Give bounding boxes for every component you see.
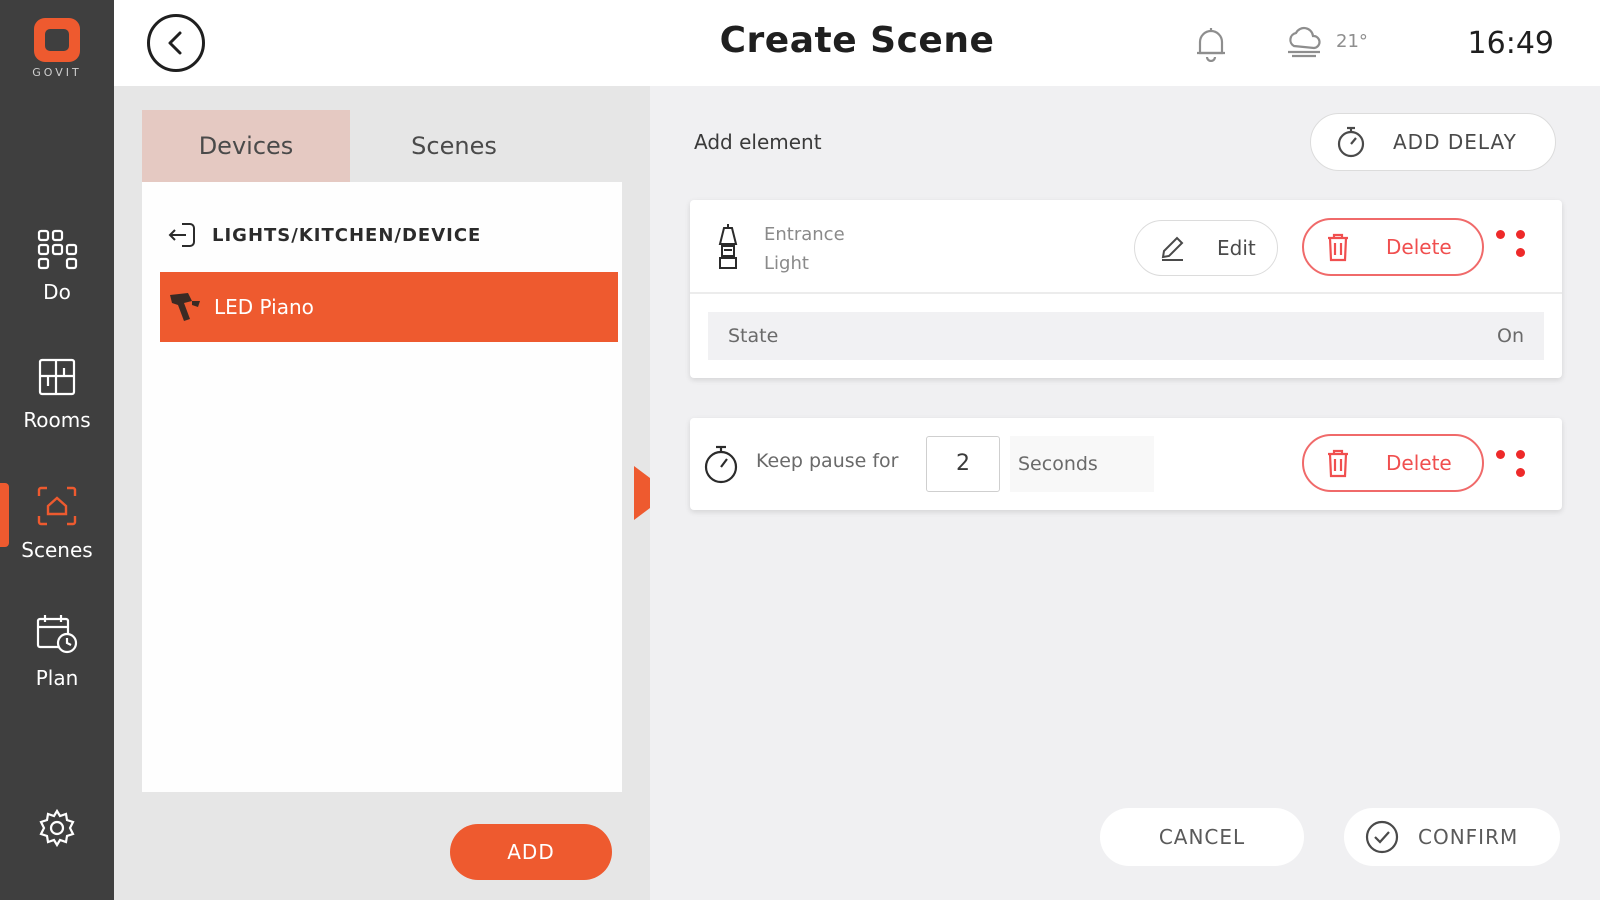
trash-icon: [1328, 233, 1348, 262]
delete-label: Delete: [1386, 451, 1452, 475]
list-item-led-piano[interactable]: LED Piano: [160, 272, 618, 342]
delay-seconds-input[interactable]: 2: [926, 436, 1000, 492]
delay-unit: Seconds: [1010, 436, 1154, 492]
sidebar-item-label: Rooms: [23, 408, 91, 432]
sidebar-item-scenes[interactable]: Scenes: [0, 484, 114, 562]
cloud-icon: [1288, 26, 1321, 58]
element-name-line2: Light: [764, 253, 809, 274]
state-row[interactable]: State On: [708, 312, 1544, 360]
back-arrow-icon: [168, 223, 195, 247]
handle-dot: [1516, 230, 1525, 239]
scene-elements-panel: Add element ADD DELAY Entrance Light Edi…: [650, 86, 1600, 900]
element-name-line1: Entrance: [764, 224, 845, 245]
timer-icon: [1337, 126, 1365, 158]
delete-label: Delete: [1386, 235, 1452, 259]
bell-icon: [1197, 28, 1225, 63]
confirm-label: CONFIRM: [1418, 825, 1519, 849]
timer-icon: [704, 445, 738, 484]
device-label: LED Piano: [214, 295, 314, 319]
page-title: Create Scene: [719, 20, 995, 61]
device-list: LIGHTS/KITCHEN/DEVICE LED Piano: [142, 182, 622, 792]
temperature: 21°: [1336, 30, 1368, 52]
pencil-icon: [1161, 236, 1184, 261]
tab-scenes[interactable]: Scenes: [350, 110, 558, 182]
device-picker-panel: Devices Scenes LIGHTS/KITCHEN/DEVICE LED…: [114, 86, 650, 900]
pause-label: Keep pause for: [756, 450, 899, 472]
handle-dot: [1516, 248, 1525, 257]
brand-logo: GOVIT: [0, 18, 114, 79]
handle-dot: [1516, 450, 1525, 459]
sidebar-item-label: Scenes: [21, 538, 93, 562]
sidebar-item-label: Plan: [35, 666, 79, 690]
element-header: Entrance Light Edit Delete: [690, 200, 1562, 294]
sidebar-item-label: Do: [43, 280, 71, 304]
state-label: State: [728, 325, 779, 347]
calendar-clock-icon: [36, 615, 78, 654]
trash-icon: [1328, 449, 1348, 478]
settings-button[interactable]: [0, 808, 114, 858]
edit-label: Edit: [1217, 236, 1256, 260]
drag-handle[interactable]: [1496, 450, 1530, 484]
wall-lamp-icon: [170, 293, 200, 321]
state-value: On: [1497, 325, 1524, 347]
scene-element-device: Entrance Light Edit Delete State On: [690, 200, 1562, 378]
grid-icon: [37, 229, 78, 270]
scenes-icon: [37, 486, 77, 526]
sidebar-item-do[interactable]: Do: [0, 228, 114, 304]
handle-dot: [1496, 230, 1505, 239]
logo-icon: [34, 18, 80, 62]
clock: 16:49: [1467, 26, 1554, 61]
edit-button[interactable]: Edit: [1134, 220, 1278, 276]
handle-dot: [1496, 450, 1505, 459]
sidebar-item-plan[interactable]: Plan: [0, 612, 114, 690]
element-name: Entrance Light: [764, 220, 845, 278]
check-circle-icon: [1365, 820, 1399, 854]
header: Create Scene 21° 16:49: [114, 0, 1600, 86]
cancel-button[interactable]: CANCEL: [1100, 808, 1304, 866]
lamp-icon: [718, 224, 738, 269]
handle-dot: [1516, 468, 1525, 477]
sidebar-item-rooms[interactable]: Rooms: [0, 356, 114, 432]
rooms-icon: [38, 358, 76, 396]
confirm-button[interactable]: CONFIRM: [1344, 808, 1560, 866]
delete-button[interactable]: Delete: [1302, 218, 1484, 276]
add-button[interactable]: ADD: [450, 824, 612, 880]
sidebar: GOVIT Do Rooms Scenes Plan: [0, 0, 114, 900]
add-delay-button[interactable]: ADD DELAY: [1310, 113, 1556, 171]
breadcrumb[interactable]: LIGHTS/KITCHEN/DEVICE: [166, 220, 481, 250]
breadcrumb-path: LIGHTS/KITCHEN/DEVICE: [212, 224, 482, 246]
tab-devices[interactable]: Devices: [142, 110, 350, 182]
add-element-label: Add element: [694, 130, 822, 154]
gear-icon: [39, 808, 75, 848]
drag-handle[interactable]: [1496, 230, 1530, 264]
notifications-button[interactable]: [1194, 26, 1228, 66]
add-delay-label: ADD DELAY: [1393, 130, 1517, 154]
weather-widget: 21°: [1284, 24, 1368, 58]
brand-name: GOVIT: [32, 66, 82, 79]
scene-element-delay: Keep pause for 2 Seconds Delete: [690, 418, 1562, 510]
delete-button[interactable]: Delete: [1302, 434, 1484, 492]
